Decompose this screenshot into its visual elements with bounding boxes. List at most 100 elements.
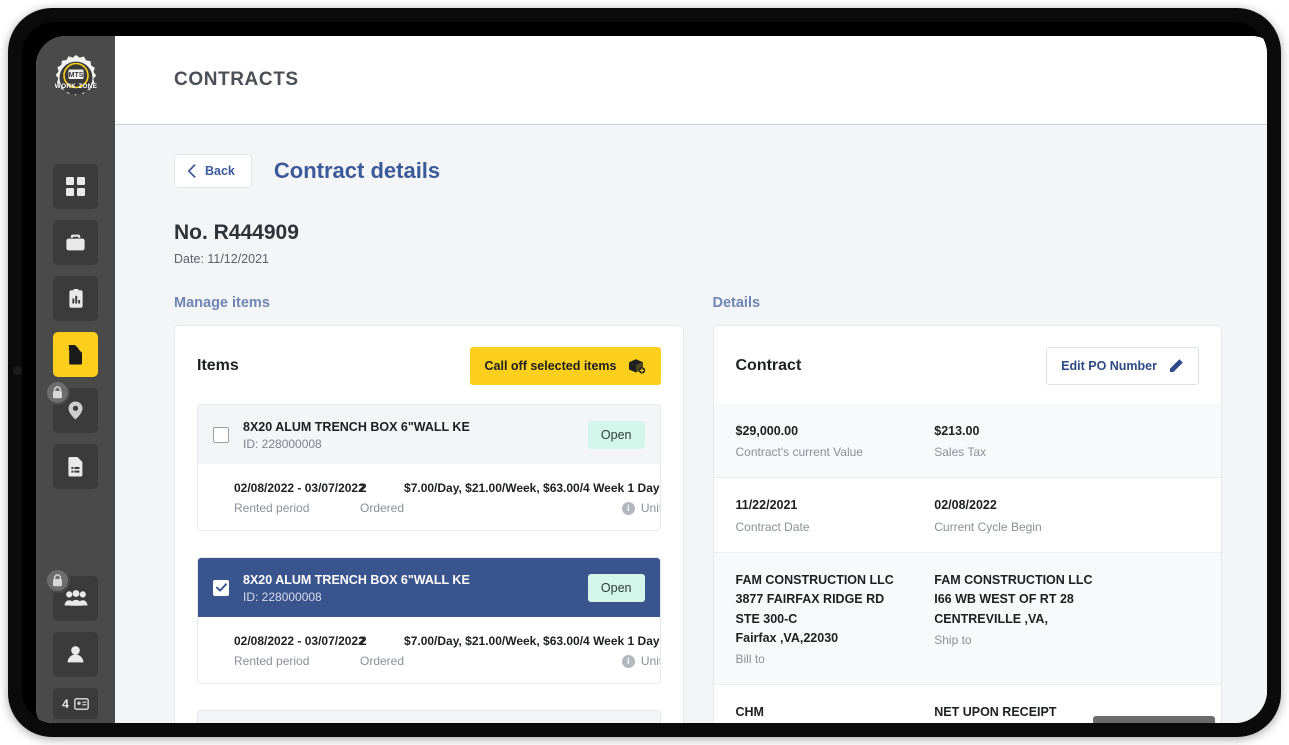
topbar: CONTRACTS (115, 36, 1267, 125)
content-area: Back Contract details No. R444909 Date: … (115, 125, 1267, 723)
item-period-value: 02/08/2022 - 03/07/2022 (234, 634, 365, 649)
tablet-device-frame: MTS WORK ZONE 4 CONTRACTS Back Contract … (8, 8, 1281, 737)
list-item[interactable]: 8X20 ALUM TRENCH BOX 6"WALL KE ID: 22800… (197, 404, 661, 532)
sidebar-item-locations[interactable] (45, 380, 98, 433)
detail-cell-action (1133, 571, 1199, 667)
list-item[interactable]: 8X20 ALUM TRENCH BOX 6"WALL KE ID: 22800… (197, 557, 661, 685)
lock-icon (53, 574, 62, 587)
back-button-label: Back (205, 164, 235, 178)
contract-card-header: Contract Edit PO Number (714, 326, 1222, 404)
item-name: 8X20 ALUM TRENCH BOX 6"WALL KE (243, 420, 470, 434)
grid-icon (66, 177, 85, 196)
contract-details-card: Contract Edit PO Number $29,000.00 Contr… (712, 325, 1222, 723)
item-price-value: $7.00/Day, $21.00/Week, $63.00/4 Week 1 … (404, 481, 660, 496)
item-body: 02/08/2022 - 03/07/2022 Rented period 2 … (198, 617, 660, 684)
item-ordered-label: Ordered (360, 654, 405, 669)
contract-number: No. R444909 (174, 221, 299, 244)
sidebar-item-invoices[interactable] (53, 444, 98, 489)
sidebar-badge-counter[interactable]: 4 (53, 688, 98, 719)
sidebar-counter-value: 4 (62, 696, 69, 711)
app-logo[interactable]: MTS WORK ZONE (48, 52, 104, 108)
item-header[interactable]: 8X20 ALUM TRENCH BOX 6"WALL KE ID: 22800… (198, 711, 660, 723)
items-card-header: Items Call off selected items (175, 326, 683, 404)
info-icon[interactable]: i (621, 501, 635, 515)
item-id: ID: 228000008 (243, 590, 322, 605)
briefcase-icon (66, 234, 85, 251)
item-checkbox[interactable] (213, 426, 229, 443)
sidebar: MTS WORK ZONE 4 (36, 36, 115, 723)
detail-cell-left: 11/22/2021 Contract Date (736, 496, 935, 533)
sidebar-item-reports[interactable] (53, 276, 98, 321)
detail-cell-left: FAM CONSTRUCTION LLC 3877 FAIRFAX RIDGE … (736, 571, 935, 667)
device-camera-dot (13, 366, 22, 375)
manage-items-section-label: Manage items (174, 295, 270, 311)
breadcrumb-title: Contract details (273, 158, 441, 183)
detail-row: 11/22/2021 Contract Date 02/08/2022 Curr… (713, 478, 1221, 553)
page-title: CONTRACTS (174, 69, 299, 90)
items-card-title: Items (197, 357, 239, 374)
item-price-label-row: i Unit price (404, 501, 660, 515)
sidebar-item-dashboard[interactable] (53, 164, 98, 209)
item-price-value: $7.00/Day, $21.00/Week, $63.00/4 Week 1 … (404, 634, 660, 649)
detail-value: FAM CONSTRUCTION LLC I66 WB WEST OF RT 2… (934, 572, 1093, 626)
items-list: 8X20 ALUM TRENCH BOX 6"WALL KE ID: 22800… (175, 404, 683, 723)
item-ordered: 2 Ordered (360, 634, 404, 668)
detail-label: Bill to (735, 652, 765, 667)
detail-value: 02/08/2022 (934, 498, 997, 513)
item-checkbox[interactable] (213, 579, 229, 596)
info-icon[interactable]: i (621, 654, 635, 668)
detail-label: Contract Date (735, 519, 810, 534)
detail-value: $213.00 (934, 424, 980, 438)
check-icon (215, 583, 227, 592)
app-screen: MTS WORK ZONE 4 CONTRACTS Back Contract … (36, 36, 1267, 723)
lock-badge (45, 568, 70, 593)
item-rented-period: 02/08/2022 - 03/07/2022 Rented period (234, 634, 365, 669)
document-list-icon (67, 457, 82, 477)
detail-label: Current Cycle Begin (934, 519, 1042, 534)
sidebar-item-profile[interactable] (53, 632, 98, 677)
item-price-label: Unit price (640, 654, 661, 669)
sidebar-item-users[interactable] (45, 568, 98, 621)
status-badge: Open (587, 573, 645, 602)
detail-row: FAM CONSTRUCTION LLC 3877 FAIRFAX RIDGE … (713, 552, 1221, 686)
item-text: 8X20 ALUM TRENCH BOX 6"WALL KE ID: 22800… (243, 571, 574, 604)
users-group-icon (64, 590, 87, 606)
item-text: 8X20 ALUM TRENCH BOX 6"WALL KE ID: 22800… (243, 418, 574, 451)
back-button[interactable]: Back (174, 154, 252, 188)
details-section-label: Details (712, 295, 761, 311)
mts-work-zone-badge-logo: MTS WORK ZONE (54, 55, 97, 96)
edit-po-number-button[interactable]: Edit PO Number (1046, 347, 1199, 385)
pencil-icon (1170, 359, 1183, 372)
item-price-label-row: i Unit price (404, 654, 660, 668)
item-header[interactable]: 8X20 ALUM TRENCH BOX 6"WALL KE ID: 22800… (198, 405, 660, 465)
columns: Manage items Items Call off selected ite… (174, 295, 1222, 723)
sidebar-bottom-nav: 4 (45, 568, 98, 723)
detail-cell-left: $29,000.00 Contract's current Value (736, 422, 935, 459)
item-header[interactable]: 8X20 ALUM TRENCH BOX 6"WALL KE ID: 22800… (198, 558, 660, 618)
permission-tooltip: You do not have permissions for this (1093, 715, 1215, 723)
item-unit-price: $7.00/Day, $21.00/Week, $63.00/4 Week 1 … (404, 481, 660, 515)
detail-cell-right: $213.00 Sales Tax (934, 422, 1133, 459)
item-period-label: Rented period (234, 501, 310, 516)
sidebar-item-contracts[interactable] (53, 332, 98, 377)
svg-text:WORK ZONE: WORK ZONE (54, 83, 97, 90)
detail-value: FAM CONSTRUCTION LLC 3877 FAIRFAX RIDGE … (735, 572, 894, 645)
item-period-value: 02/08/2022 - 03/07/2022 (234, 481, 365, 496)
call-off-selected-items-button[interactable]: Call off selected items (469, 347, 661, 385)
sidebar-item-jobs[interactable] (53, 220, 98, 265)
contract-date: Date: 11/12/2021 (174, 252, 269, 266)
map-pin-icon (68, 401, 83, 420)
lock-badge (45, 380, 70, 405)
detail-cell-action (1133, 422, 1199, 459)
item-body: 02/08/2022 - 03/07/2022 Rented period 2 … (198, 464, 660, 531)
detail-value: 11/22/2021 (735, 498, 798, 513)
item-ordered-label: Ordered (360, 501, 405, 516)
list-item[interactable]: 8X20 ALUM TRENCH BOX 6"WALL KE ID: 22800… (197, 710, 661, 723)
manage-items-column: Manage items Items Call off selected ite… (174, 295, 684, 723)
contract-card-title: Contract (735, 357, 802, 374)
sidebar-nav (45, 164, 98, 489)
documents-icon (68, 345, 82, 365)
item-period-label: Rented period (234, 654, 310, 669)
main-region: CONTRACTS Back Contract details No. R444… (115, 36, 1267, 723)
detail-cell-left: CHM Inside Rep (736, 703, 935, 723)
